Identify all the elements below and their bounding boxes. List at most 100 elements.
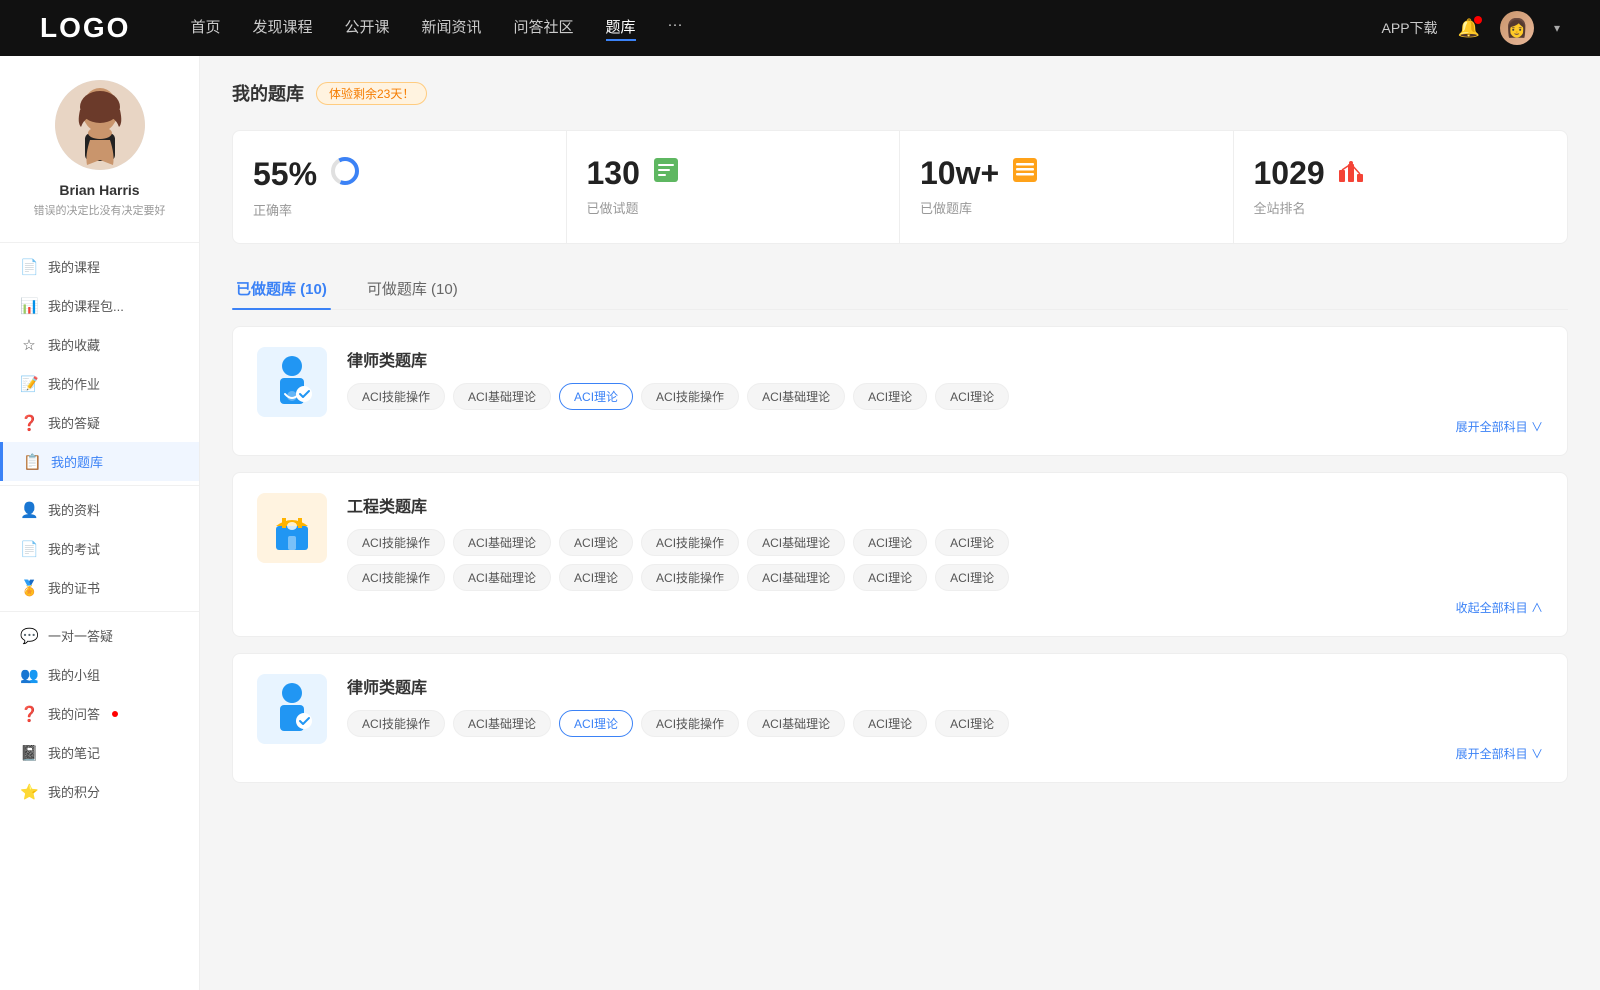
l2-tag-5[interactable]: ACI理论 — [853, 710, 927, 737]
done-banks-icon — [1011, 156, 1039, 191]
sidebar-item-exam[interactable]: 📄 我的考试 — [0, 529, 199, 568]
bank-tabs: 已做题库 (10) 可做题库 (10) — [232, 268, 1568, 310]
user-avatar — [55, 80, 145, 170]
eng-tag-r1-6[interactable]: ACI理论 — [935, 529, 1009, 556]
notification-bell[interactable]: 🔔 — [1458, 18, 1480, 39]
collapse-engineering-btn[interactable]: 收起全部科目 ∧ — [347, 599, 1543, 616]
sidebar-item-favorites[interactable]: ☆ 我的收藏 — [0, 325, 199, 364]
qa-label: 我的答疑 — [48, 413, 100, 432]
sidebar-item-exam-bank[interactable]: 📋 我的题库 — [0, 442, 199, 481]
app-download-btn[interactable]: APP下载 — [1382, 18, 1438, 38]
my-questions-icon: ❓ — [20, 705, 38, 723]
tag-4[interactable]: ACI基础理论 — [747, 383, 845, 410]
l2-tag-2-active[interactable]: ACI理论 — [559, 710, 633, 737]
stat-rank-label: 全站排名 — [1254, 198, 1548, 217]
nav-news[interactable]: 新闻资讯 — [422, 16, 482, 41]
sidebar-item-groups[interactable]: 👥 我的小组 — [0, 655, 199, 694]
favorites-label: 我的收藏 — [48, 335, 100, 354]
l2-tag-3[interactable]: ACI技能操作 — [641, 710, 739, 737]
my-questions-label: 我的问答 — [48, 704, 100, 723]
stat-accuracy-label: 正确率 — [253, 200, 546, 219]
tab-available-banks[interactable]: 可做题库 (10) — [363, 268, 462, 309]
tag-6[interactable]: ACI理论 — [935, 383, 1009, 410]
eng-tag-r1-1[interactable]: ACI基础理论 — [453, 529, 551, 556]
tag-0[interactable]: ACI技能操作 — [347, 383, 445, 410]
nav-right: APP下载 🔔 👩 ▾ — [1382, 11, 1560, 45]
eng-tag-r1-3[interactable]: ACI技能操作 — [641, 529, 739, 556]
nav-links: 首页 发现课程 公开课 新闻资讯 问答社区 题库 ··· — [190, 16, 1381, 41]
sidebar-item-one-on-one[interactable]: 💬 一对一答疑 — [0, 616, 199, 655]
questions-badge — [112, 711, 118, 717]
eng-tag-r2-0[interactable]: ACI技能操作 — [347, 564, 445, 591]
favorites-icon: ☆ — [20, 336, 38, 354]
tag-5[interactable]: ACI理论 — [853, 383, 927, 410]
l2-tag-0[interactable]: ACI技能操作 — [347, 710, 445, 737]
stat-done-top: 130 — [587, 155, 880, 192]
sidebar-item-certificate[interactable]: 🏅 我的证书 — [0, 568, 199, 607]
l2-tag-6[interactable]: ACI理论 — [935, 710, 1009, 737]
stat-rank-top: 1029 — [1254, 155, 1548, 192]
tag-1[interactable]: ACI基础理论 — [453, 383, 551, 410]
eng-tag-r1-4[interactable]: ACI基础理论 — [747, 529, 845, 556]
tab-done-banks[interactable]: 已做题库 (10) — [232, 268, 331, 309]
nav-qa[interactable]: 问答社区 — [514, 16, 574, 41]
l2-tag-4[interactable]: ACI基础理论 — [747, 710, 845, 737]
points-icon: ⭐ — [20, 783, 38, 801]
sidebar-item-notes[interactable]: 📓 我的笔记 — [0, 733, 199, 772]
sidebar-item-profile[interactable]: 👤 我的资料 — [0, 490, 199, 529]
expand-lawyer-1-btn[interactable]: 展开全部科目 ∨ — [347, 418, 1543, 435]
sidebar-item-homework[interactable]: 📝 我的作业 — [0, 364, 199, 403]
exam-label: 我的考试 — [48, 539, 100, 558]
bank-card-lawyer-1: 律师类题库 ACI技能操作 ACI基础理论 ACI理论 ACI技能操作 ACI基… — [232, 326, 1568, 456]
notes-icon: 📓 — [20, 744, 38, 762]
expand-lawyer-2-btn[interactable]: 展开全部科目 ∨ — [347, 745, 1543, 762]
avatar[interactable]: 👩 — [1500, 11, 1534, 45]
nav-more[interactable]: ··· — [668, 16, 683, 41]
page-layout: Brian Harris 错误的决定比没有决定要好 📄 我的课程 📊 我的课程包… — [0, 56, 1600, 990]
eng-tag-r2-3[interactable]: ACI技能操作 — [641, 564, 739, 591]
user-dropdown-arrow[interactable]: ▾ — [1554, 21, 1560, 35]
accuracy-icon — [329, 155, 361, 194]
logo: LOGO — [40, 12, 130, 44]
homework-label: 我的作业 — [48, 374, 100, 393]
eng-tag-r1-0[interactable]: ACI技能操作 — [347, 529, 445, 556]
sidebar-divider-mid — [0, 485, 199, 486]
eng-tag-r2-4[interactable]: ACI基础理论 — [747, 564, 845, 591]
stat-ranking: 1029 全站排名 — [1234, 131, 1568, 243]
bank-lawyer-1-content: 律师类题库 ACI技能操作 ACI基础理论 ACI理论 ACI技能操作 ACI基… — [347, 347, 1543, 435]
nav-home[interactable]: 首页 — [190, 16, 220, 41]
done-questions-icon — [652, 156, 680, 191]
certificate-icon: 🏅 — [20, 579, 38, 597]
one-on-one-label: 一对一答疑 — [48, 626, 113, 645]
sidebar-item-qa[interactable]: ❓ 我的答疑 — [0, 403, 199, 442]
avatar-image — [55, 80, 145, 170]
sidebar-item-my-course[interactable]: 📄 我的课程 — [0, 247, 199, 286]
stat-accuracy-top: 55% — [253, 155, 546, 194]
tag-2-active[interactable]: ACI理论 — [559, 383, 633, 410]
sidebar-item-points[interactable]: ⭐ 我的积分 — [0, 772, 199, 811]
nav-open-course[interactable]: 公开课 — [344, 16, 389, 41]
tag-3[interactable]: ACI技能操作 — [641, 383, 739, 410]
nav-exam-bank[interactable]: 题库 — [606, 16, 636, 41]
nav-discover[interactable]: 发现课程 — [252, 16, 312, 41]
stat-done-value: 130 — [587, 155, 640, 192]
l2-tag-1[interactable]: ACI基础理论 — [453, 710, 551, 737]
eng-tag-r2-1[interactable]: ACI基础理论 — [453, 564, 551, 591]
stat-rank-value: 1029 — [1254, 155, 1325, 192]
navbar: LOGO 首页 发现课程 公开课 新闻资讯 问答社区 题库 ··· APP下载 … — [0, 0, 1600, 56]
user-motto: 错误的决定比没有决定要好 — [24, 202, 176, 218]
stats-row: 55% 正确率 130 — [232, 130, 1568, 244]
eng-tag-r1-2[interactable]: ACI理论 — [559, 529, 633, 556]
sidebar-item-my-questions[interactable]: ❓ 我的问答 — [0, 694, 199, 733]
bank-card-lawyer-2: 律师类题库 ACI技能操作 ACI基础理论 ACI理论 ACI技能操作 ACI基… — [232, 653, 1568, 783]
eng-tag-r1-5[interactable]: ACI理论 — [853, 529, 927, 556]
trial-badge: 体验剩余23天！ — [316, 82, 427, 105]
user-name: Brian Harris — [59, 182, 139, 198]
profile-icon: 👤 — [20, 501, 38, 519]
eng-tag-r2-2[interactable]: ACI理论 — [559, 564, 633, 591]
bank-lawyer-2-content: 律师类题库 ACI技能操作 ACI基础理论 ACI理论 ACI技能操作 ACI基… — [347, 674, 1543, 762]
eng-tag-r2-5[interactable]: ACI理论 — [853, 564, 927, 591]
eng-tag-r2-6[interactable]: ACI理论 — [935, 564, 1009, 591]
my-course-label: 我的课程 — [48, 257, 100, 276]
sidebar-item-course-package[interactable]: 📊 我的课程包... — [0, 286, 199, 325]
